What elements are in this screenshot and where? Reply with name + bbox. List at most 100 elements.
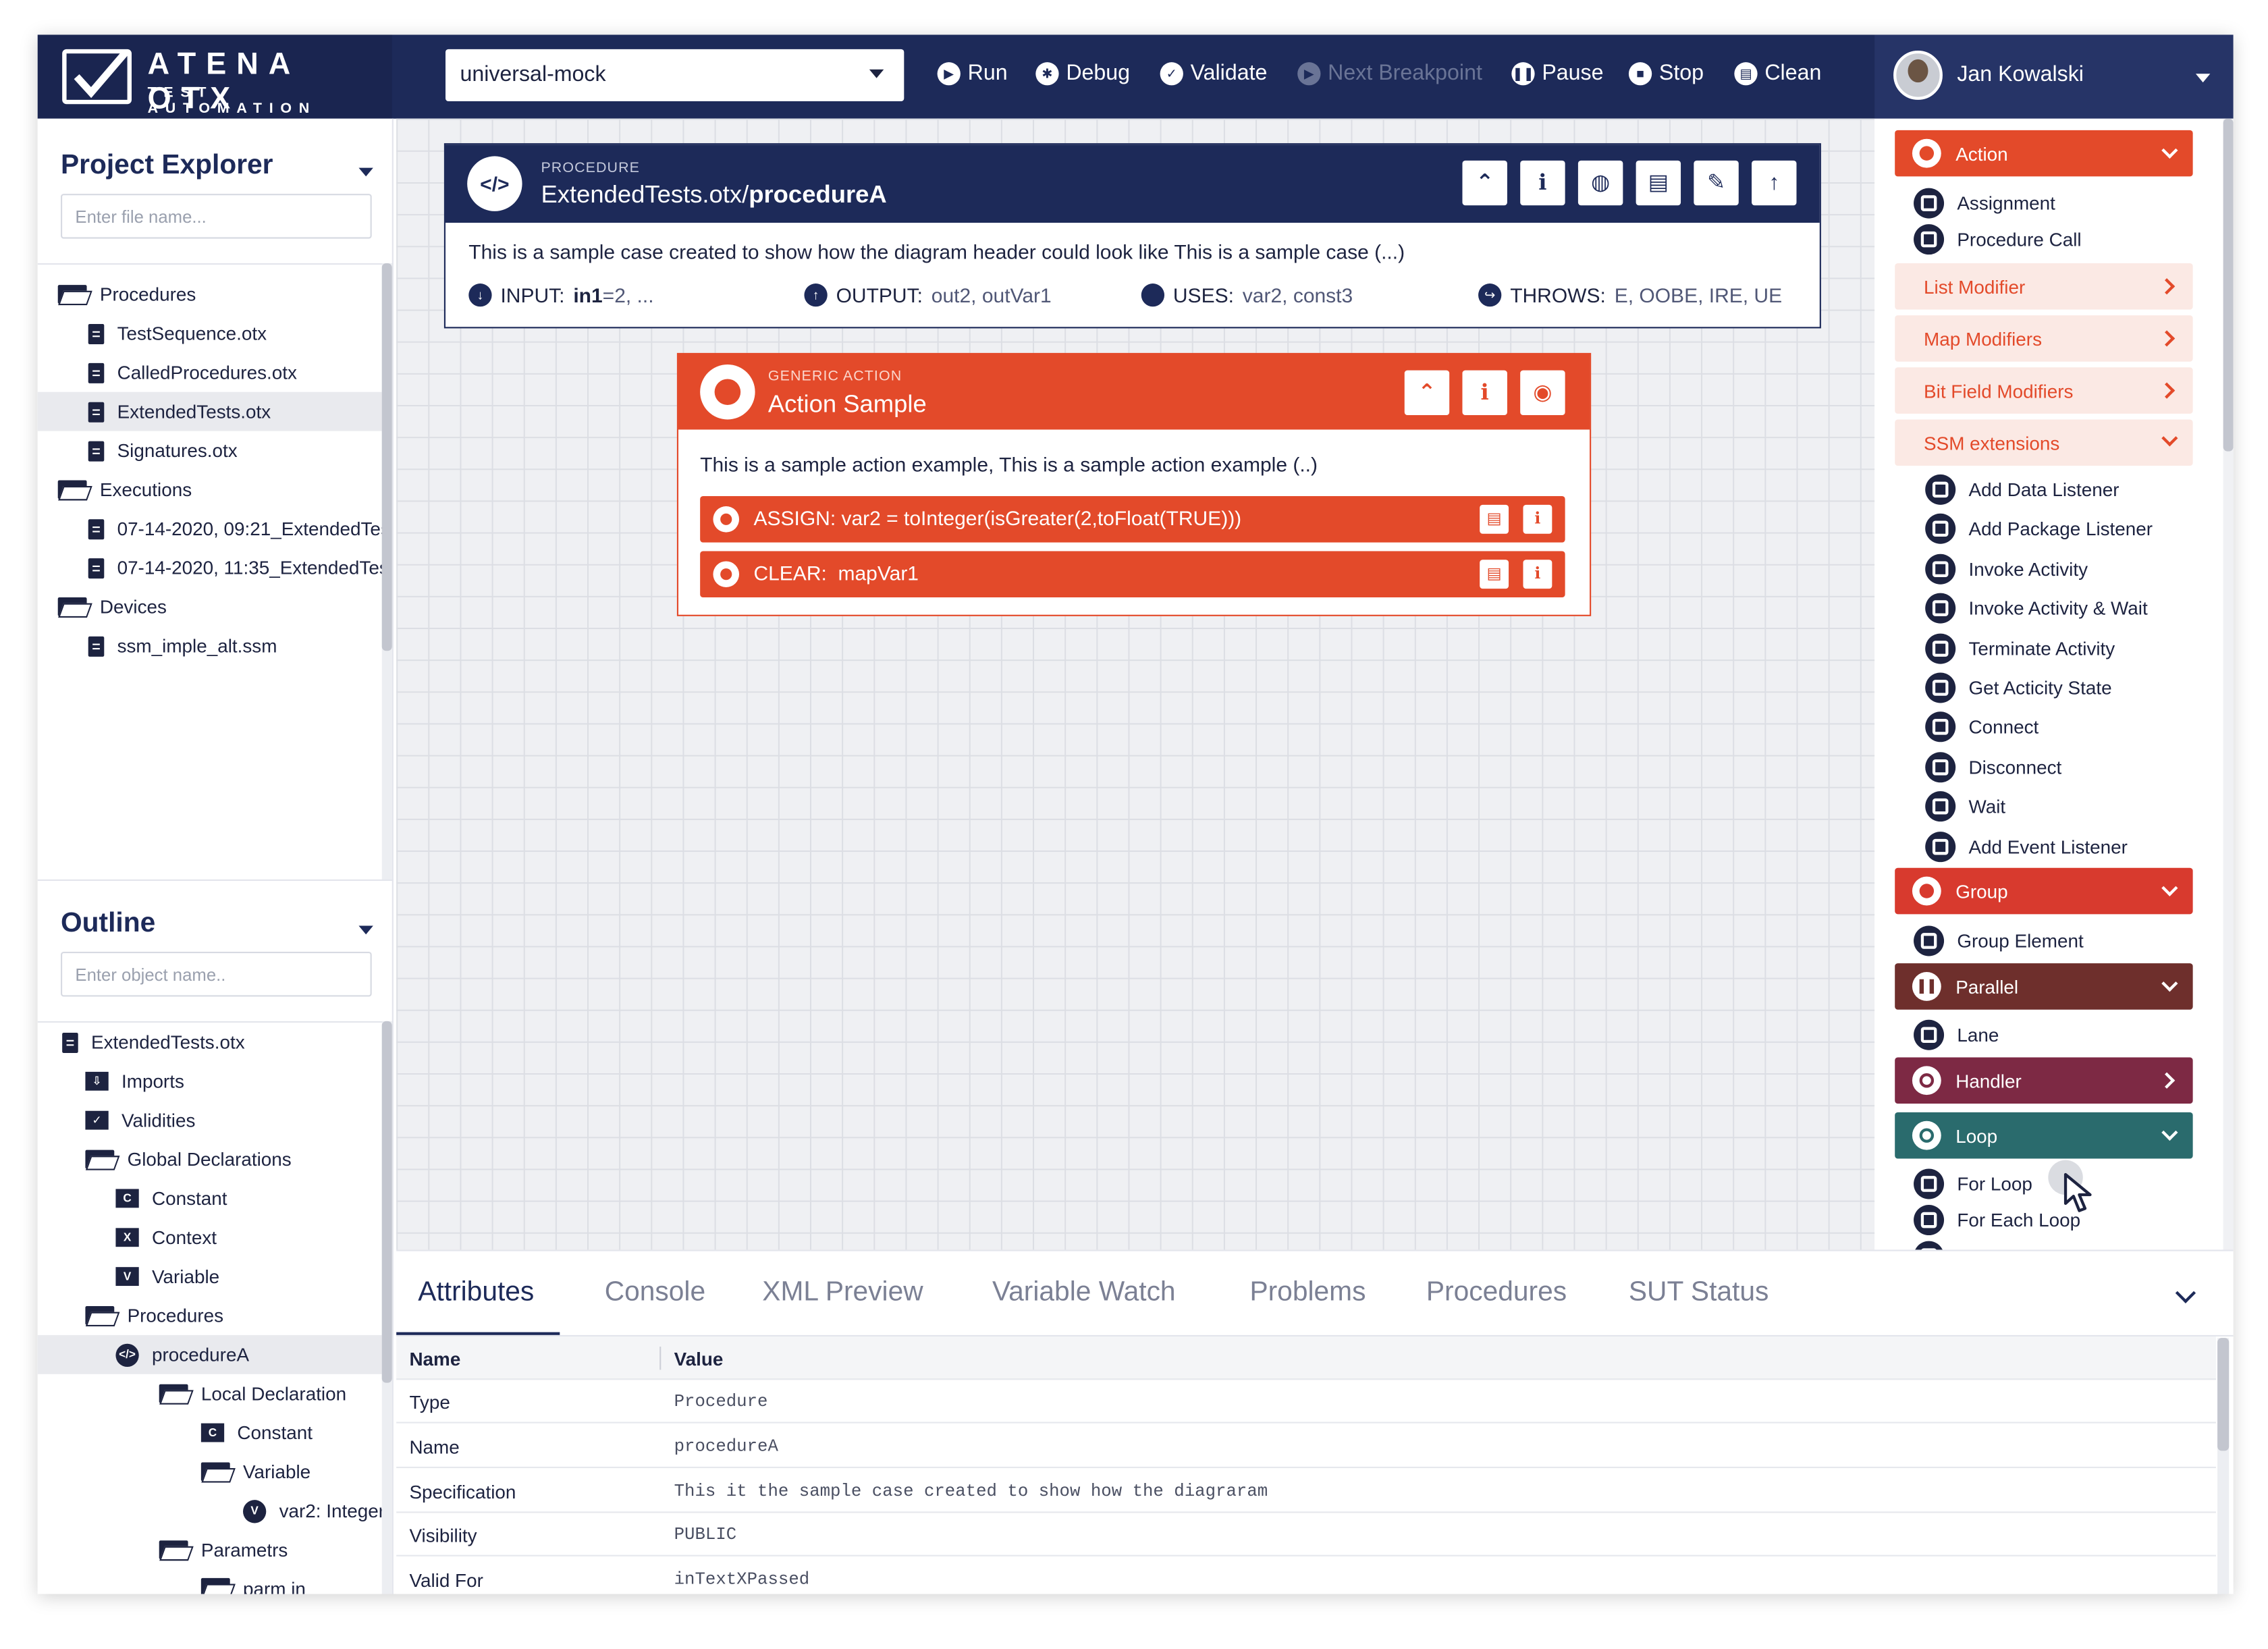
document-icon[interactable]: ▤ — [1480, 560, 1509, 589]
palette-sub-list-modifier[interactable]: List Modifier — [1895, 263, 2193, 310]
scroll-thumb[interactable] — [381, 263, 392, 651]
palette-item[interactable]: Disconnect — [1925, 749, 2061, 784]
action-node[interactable]: GENERIC ACTION Action Sample ⌃ i ◉ This … — [676, 352, 1592, 616]
palette-item-lane[interactable]: Lane — [1914, 1017, 1999, 1051]
palette-item-for-loop[interactable]: For Loop — [1914, 1166, 2032, 1200]
column-separator[interactable] — [659, 1347, 662, 1370]
tab-sut-status[interactable]: SUT Status — [1629, 1277, 1769, 1309]
tree-folder-executions[interactable]: Executions — [38, 470, 382, 509]
tree-folder-devices[interactable]: Devices — [38, 587, 382, 626]
collapse-caret-icon[interactable] — [358, 167, 373, 177]
tab-xml-preview[interactable]: XML Preview — [762, 1277, 923, 1309]
outline-item[interactable]: parm in — [38, 1569, 382, 1594]
scroll-thumb[interactable] — [2223, 118, 2234, 452]
outline-item[interactable]: Global Declarations — [38, 1140, 382, 1179]
globe-button[interactable]: ◍ — [1577, 160, 1623, 206]
palette-item[interactable]: Invoke Activity & Wait — [1925, 590, 2148, 624]
palette-item[interactable]: Add Package Listener — [1925, 510, 2153, 545]
tree-file[interactable]: ssm_imple_alt.ssm — [38, 626, 382, 666]
object-search-input[interactable]: Enter object name.. — [61, 952, 372, 997]
palette-item[interactable]: Invoke Activity — [1925, 551, 2088, 585]
upload-button[interactable]: ↑ — [1752, 160, 1797, 206]
palette-item[interactable]: Get Acticity State — [1925, 670, 2112, 704]
pause-button[interactable]: ❚❚ Pause — [1511, 61, 1604, 85]
palette-category-loop[interactable]: Loop — [1895, 1112, 2193, 1159]
palette-item[interactable]: Wait — [1925, 788, 2005, 823]
clean-button[interactable]: ▤ Clean — [1734, 61, 1821, 85]
palette-category-handler[interactable]: Handler — [1895, 1057, 2193, 1104]
palette-scrollbar[interactable] — [2223, 118, 2234, 1250]
file-search-input[interactable]: Enter file name... — [61, 194, 372, 239]
tree-file[interactable]: TestSequence.otx — [38, 314, 382, 353]
procedure-header-card[interactable]: </> PROCEDURE ExtendedTests.otx/procedur… — [443, 143, 1821, 329]
statement-clear[interactable]: CLEAR: mapVar1 ▤ i — [700, 551, 1565, 598]
diagram-canvas[interactable]: </> PROCEDURE ExtendedTests.otx/procedur… — [396, 118, 1875, 1250]
palette-item[interactable]: Terminate Activity — [1925, 630, 2115, 665]
table-row[interactable]: Valid For inTextXPassed — [396, 1558, 2216, 1594]
scroll-thumb[interactable] — [2217, 1338, 2230, 1451]
info-button[interactable]: i — [1462, 370, 1507, 416]
chevron-down-icon[interactable] — [2175, 1282, 2196, 1303]
info-button[interactable]: i — [1520, 160, 1565, 206]
tree-file[interactable]: 07-14-2020, 11:35_ExtendedTests — [38, 548, 382, 587]
environment-select[interactable]: universal-mock — [446, 49, 905, 102]
explorer-scrollbar[interactable] — [381, 263, 392, 880]
outline-item[interactable]: Variable — [38, 1452, 382, 1491]
info-icon[interactable]: i — [1523, 504, 1552, 534]
tree-file[interactable]: Signatures.otx — [38, 431, 382, 470]
toggle-button[interactable]: ◉ — [1520, 370, 1565, 416]
statement-assign[interactable]: ASSIGN: var2 = toInteger(isGreater(2,toF… — [700, 496, 1565, 543]
stop-button[interactable]: ■ Stop — [1628, 61, 1704, 85]
outline-item[interactable]: C Constant — [38, 1179, 382, 1218]
tab-procedures[interactable]: Procedures — [1426, 1277, 1567, 1309]
collapse-caret-icon[interactable] — [358, 925, 373, 935]
outline-item-selected[interactable]: </> procedureA — [37, 1334, 382, 1374]
tree-folder-procedures[interactable]: Procedures — [38, 275, 382, 314]
palette-sub-bit-field-modifiers[interactable]: Bit Field Modifiers — [1895, 367, 2193, 414]
document-button[interactable]: ▤ — [1636, 160, 1681, 206]
tree-file-selected[interactable]: ExtendedTests.otx — [37, 391, 382, 431]
palette-item[interactable]: Connect — [1925, 709, 2039, 743]
palette-item-group-element[interactable]: Group Element — [1914, 923, 2084, 957]
outline-scrollbar[interactable] — [381, 1021, 392, 1594]
palette-category-parallel[interactable]: Parallel — [1895, 963, 2193, 1010]
outline-item[interactable]: Parametrs — [38, 1530, 382, 1569]
collapse-button[interactable]: ⌃ — [1404, 370, 1450, 416]
next-breakpoint-button[interactable]: ▶ Next Breakpoint — [1297, 61, 1482, 85]
tree-file[interactable]: 07-14-2020, 09:21_ExtendedTests — [38, 509, 382, 548]
outline-item[interactable]: ExtendedTests.otx — [38, 1023, 382, 1062]
tree-file[interactable]: CalledProcedures.otx — [38, 353, 382, 392]
palette-category-group[interactable]: Group — [1895, 867, 2193, 915]
palette-item-assignment[interactable]: Assignment — [1914, 185, 2055, 219]
outline-item[interactable]: Local Declaration — [38, 1374, 382, 1413]
collapse-button[interactable]: ⌃ — [1462, 160, 1507, 206]
debug-button[interactable]: ✱ Debug — [1035, 61, 1130, 85]
outline-item[interactable]: ⇩ Imports — [38, 1062, 382, 1101]
palette-item-partial[interactable] — [1914, 1238, 1957, 1250]
edit-button[interactable]: ✎ — [1694, 160, 1739, 206]
table-scrollbar[interactable] — [2217, 1338, 2230, 1594]
outline-item[interactable]: V Variable — [38, 1257, 382, 1296]
user-menu[interactable]: Jan Kowalski — [1874, 34, 2234, 119]
palette-item[interactable]: Add Event Listener — [1925, 829, 2128, 863]
info-icon[interactable]: i — [1523, 560, 1552, 589]
palette-category-action[interactable]: Action — [1895, 130, 2193, 177]
palette-item-procedure-call[interactable]: Procedure Call — [1914, 221, 2082, 256]
validate-button[interactable]: ✓ Validate — [1160, 61, 1267, 85]
tab-console[interactable]: Console — [605, 1277, 705, 1309]
outline-item[interactable]: ✓ Validities — [38, 1101, 382, 1140]
table-row[interactable]: Name procedureA — [396, 1425, 2216, 1469]
table-row[interactable]: Specification This it the sample case cre… — [396, 1469, 2216, 1513]
document-icon[interactable]: ▤ — [1480, 504, 1509, 534]
scroll-thumb[interactable] — [381, 1021, 392, 1383]
palette-item-for-each-loop[interactable]: For Each Loop — [1914, 1202, 2080, 1237]
outline-item[interactable]: C Constant — [38, 1413, 382, 1453]
outline-item[interactable]: Procedures — [38, 1296, 382, 1335]
table-row[interactable]: Visibility PUBLIC — [396, 1513, 2216, 1557]
tab-variable-watch[interactable]: Variable Watch — [992, 1277, 1176, 1309]
palette-sub-ssm-extensions[interactable]: SSM extensions — [1895, 419, 2193, 466]
run-button[interactable]: ▶ Run — [937, 61, 1008, 85]
outline-item[interactable]: X Context — [38, 1218, 382, 1257]
outline-item[interactable]: Vvar2: Integer — [38, 1491, 382, 1530]
tab-problems[interactable]: Problems — [1249, 1277, 1366, 1309]
